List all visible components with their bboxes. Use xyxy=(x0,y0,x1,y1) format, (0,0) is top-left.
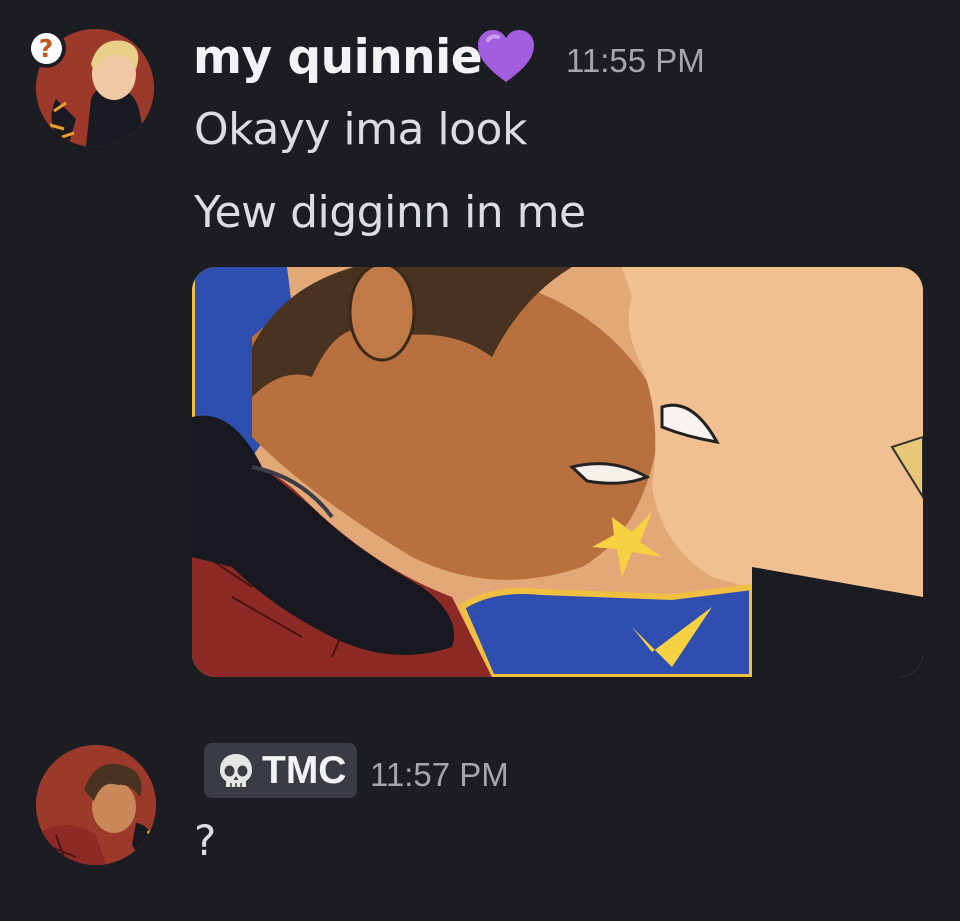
message-line: ? xyxy=(194,816,216,865)
purple-heart-icon xyxy=(478,30,534,82)
message-line: Okayy ima look xyxy=(194,104,527,155)
message-timestamp: 11:57 PM xyxy=(370,756,509,793)
question-badge-icon: ? xyxy=(26,28,66,68)
author-tag[interactable]: TMC xyxy=(204,743,357,798)
message-timestamp: 11:55 PM xyxy=(566,42,705,79)
skull-icon xyxy=(220,753,252,787)
avatar-tmc[interactable] xyxy=(36,745,156,865)
author-name[interactable]: my quinnie xyxy=(193,30,483,85)
image-attachment[interactable] xyxy=(192,267,923,677)
message-line: Yew digginn in me xyxy=(194,187,586,238)
author-tag-label: TMC xyxy=(262,748,347,792)
